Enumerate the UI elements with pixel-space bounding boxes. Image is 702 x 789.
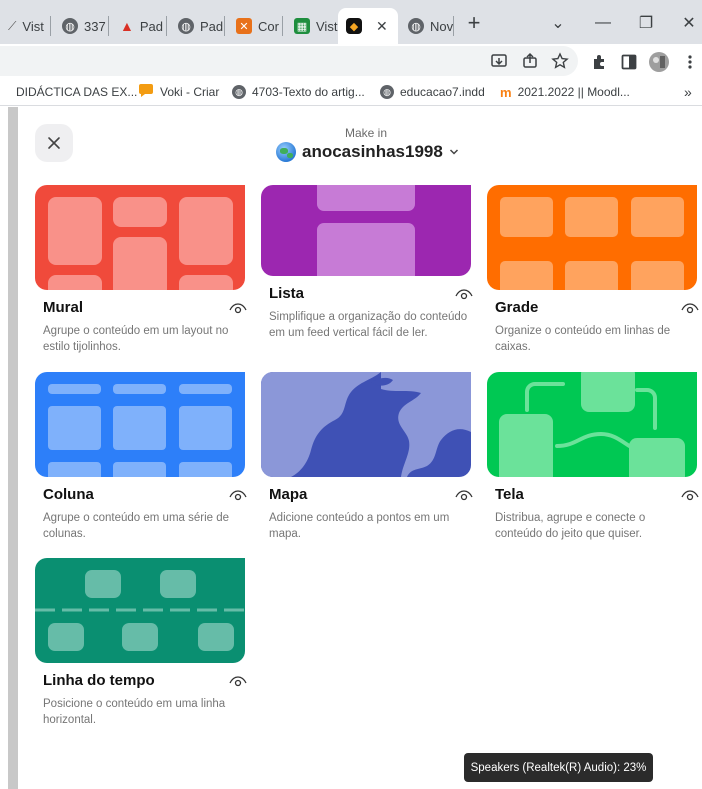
workspace-avatar-icon <box>276 142 296 162</box>
minimize-button[interactable]: — <box>589 10 617 36</box>
voki-icon <box>138 83 154 101</box>
bookmark-item[interactable]: ◍ educacao7.indd <box>380 82 485 102</box>
tab-1[interactable]: ⟋ Vist <box>0 8 52 44</box>
eye-icon[interactable] <box>229 676 247 688</box>
globe-icon: ◍ <box>232 85 246 99</box>
tab-strip: ⟋ Vist ◍ 337 ▲ Pad ◍ Pad ✕ Cor ▦ Vist ◆ … <box>0 0 702 44</box>
format-thumbnail <box>261 185 471 276</box>
bookmark-item[interactable]: ◍ 4703-Texto do artig... <box>232 82 365 102</box>
extensions-icon[interactable] <box>589 51 611 73</box>
tab-separator <box>166 16 167 36</box>
triangle-icon: ▲ <box>120 18 134 34</box>
format-title: Coluna <box>43 486 94 503</box>
format-thumbnail <box>35 372 245 477</box>
format-description: Distribua, agrupe e conecte o conteúdo d… <box>495 512 646 540</box>
format-description: Agrupe o conteúdo em uma série de coluna… <box>43 512 230 540</box>
eye-icon[interactable] <box>455 289 473 301</box>
format-title: Lista <box>269 285 305 302</box>
format-card-lista[interactable]: Lista Simplifique a organização do conte… <box>261 185 473 365</box>
format-title: Tela <box>495 486 524 503</box>
format-card-mapa[interactable]: Mapa Adicione conteúdo a pontos em um ma… <box>261 372 473 552</box>
star-icon[interactable] <box>549 50 571 72</box>
format-description: Adicione conteúdo a pontos em um mapa. <box>269 512 450 540</box>
format-thumbnail <box>487 185 697 290</box>
format-description: Simplifique a organização do conteúdo em… <box>269 311 468 339</box>
format-card-grade[interactable]: Grade Organize o conteúdo em linhas de c… <box>487 185 699 365</box>
format-card-mural[interactable]: Mural Agrupe o conteúdo em um layout no … <box>35 185 247 365</box>
format-title: Linha do tempo <box>43 672 155 689</box>
x-box-icon: ✕ <box>236 18 252 34</box>
volume-toast: Speakers (Realtek(R) Audio): 23% <box>464 753 653 782</box>
tab-8[interactable]: ◍ Nov <box>400 8 461 44</box>
address-bar[interactable] <box>0 46 578 76</box>
bookmark-item[interactable]: Voki - Criar <box>138 82 219 102</box>
tab-4[interactable]: ◍ Pad <box>170 8 231 44</box>
globe-icon: ◍ <box>62 18 78 34</box>
format-description: Agrupe o conteúdo em um layout no estilo… <box>43 325 229 353</box>
toolbar <box>0 44 702 78</box>
format-title: Mapa <box>269 486 308 503</box>
tab-2[interactable]: ◍ 337 <box>54 8 114 44</box>
globe-icon: ◍ <box>178 18 194 34</box>
eye-icon[interactable] <box>455 490 473 502</box>
install-app-icon[interactable] <box>488 50 510 72</box>
tab-3[interactable]: ▲ Pad <box>112 8 171 44</box>
tab-search-button[interactable]: ⌄ <box>544 10 572 36</box>
format-title: Grade <box>495 299 539 316</box>
tab-close-icon[interactable]: ✕ <box>376 18 388 35</box>
tab-separator <box>50 16 51 36</box>
tab-5[interactable]: ✕ Cor <box>228 8 287 44</box>
close-window-button[interactable]: ✕ <box>675 10 702 36</box>
format-thumbnail <box>35 558 245 663</box>
format-thumbnail <box>261 372 471 477</box>
padlet-icon: ◆ <box>346 18 362 34</box>
format-title: Mural <box>43 299 84 316</box>
tab-separator <box>108 16 109 36</box>
globe-icon: ◍ <box>380 85 394 99</box>
bookmark-item[interactable]: DIDÁCTICA DAS EX... <box>16 82 137 102</box>
side-panel-icon[interactable] <box>618 51 640 73</box>
bookmark-item[interactable]: m 2021.2022 || Moodl... <box>500 82 630 102</box>
share-icon[interactable] <box>519 50 541 72</box>
eye-icon[interactable] <box>681 490 699 502</box>
moodle-icon: m <box>500 84 512 100</box>
chevron-down-icon <box>449 149 458 155</box>
tab-separator <box>453 16 454 36</box>
format-thumbnail <box>35 185 245 290</box>
format-thumbnail <box>487 372 697 477</box>
bookmarks-bar: DIDÁCTICA DAS EX... Voki - Criar ◍ 4703-… <box>0 78 702 106</box>
restore-button[interactable]: ❐ <box>632 10 660 36</box>
tab-6[interactable]: ▦ Vist <box>286 8 345 44</box>
workspace-name: anocasinhas1998 <box>302 142 443 161</box>
scroll-rail <box>8 107 18 789</box>
new-tab-button[interactable]: + <box>460 10 488 36</box>
format-card-linha-do-tempo[interactable]: Linha do tempo Posicione o conteúdo em u… <box>35 558 247 738</box>
format-card-tela[interactable]: Tela Distribua, agrupe e conecte o conte… <box>487 372 699 552</box>
tab-separator <box>224 16 225 36</box>
more-menu-icon[interactable] <box>679 51 701 73</box>
format-description: Organize o conteúdo em linhas de caixas. <box>495 325 671 353</box>
globe-icon: ◍ <box>408 18 424 34</box>
bookmarks-more-button[interactable]: » <box>684 82 692 102</box>
format-description: Posicione o conteúdo em uma linha horizo… <box>43 698 226 726</box>
format-card-coluna[interactable]: Coluna Agrupe o conteúdo em uma série de… <box>35 372 247 552</box>
eye-icon[interactable] <box>229 303 247 315</box>
make-in-label: Make in <box>344 126 388 140</box>
excel-icon: ▦ <box>294 18 310 34</box>
tab-active[interactable]: ◆ ✕ <box>338 8 398 44</box>
padlet-icon: ⟋ <box>8 18 17 33</box>
eye-icon[interactable] <box>229 490 247 502</box>
eye-icon[interactable] <box>681 303 699 315</box>
tab-separator <box>282 16 283 36</box>
workspace-selector[interactable]: anocasinhas1998 <box>276 141 459 163</box>
avatar[interactable] <box>648 51 670 73</box>
make-padlet-dialog: Make in anocasinhas1998 Mural Agrupe o c… <box>0 107 702 789</box>
